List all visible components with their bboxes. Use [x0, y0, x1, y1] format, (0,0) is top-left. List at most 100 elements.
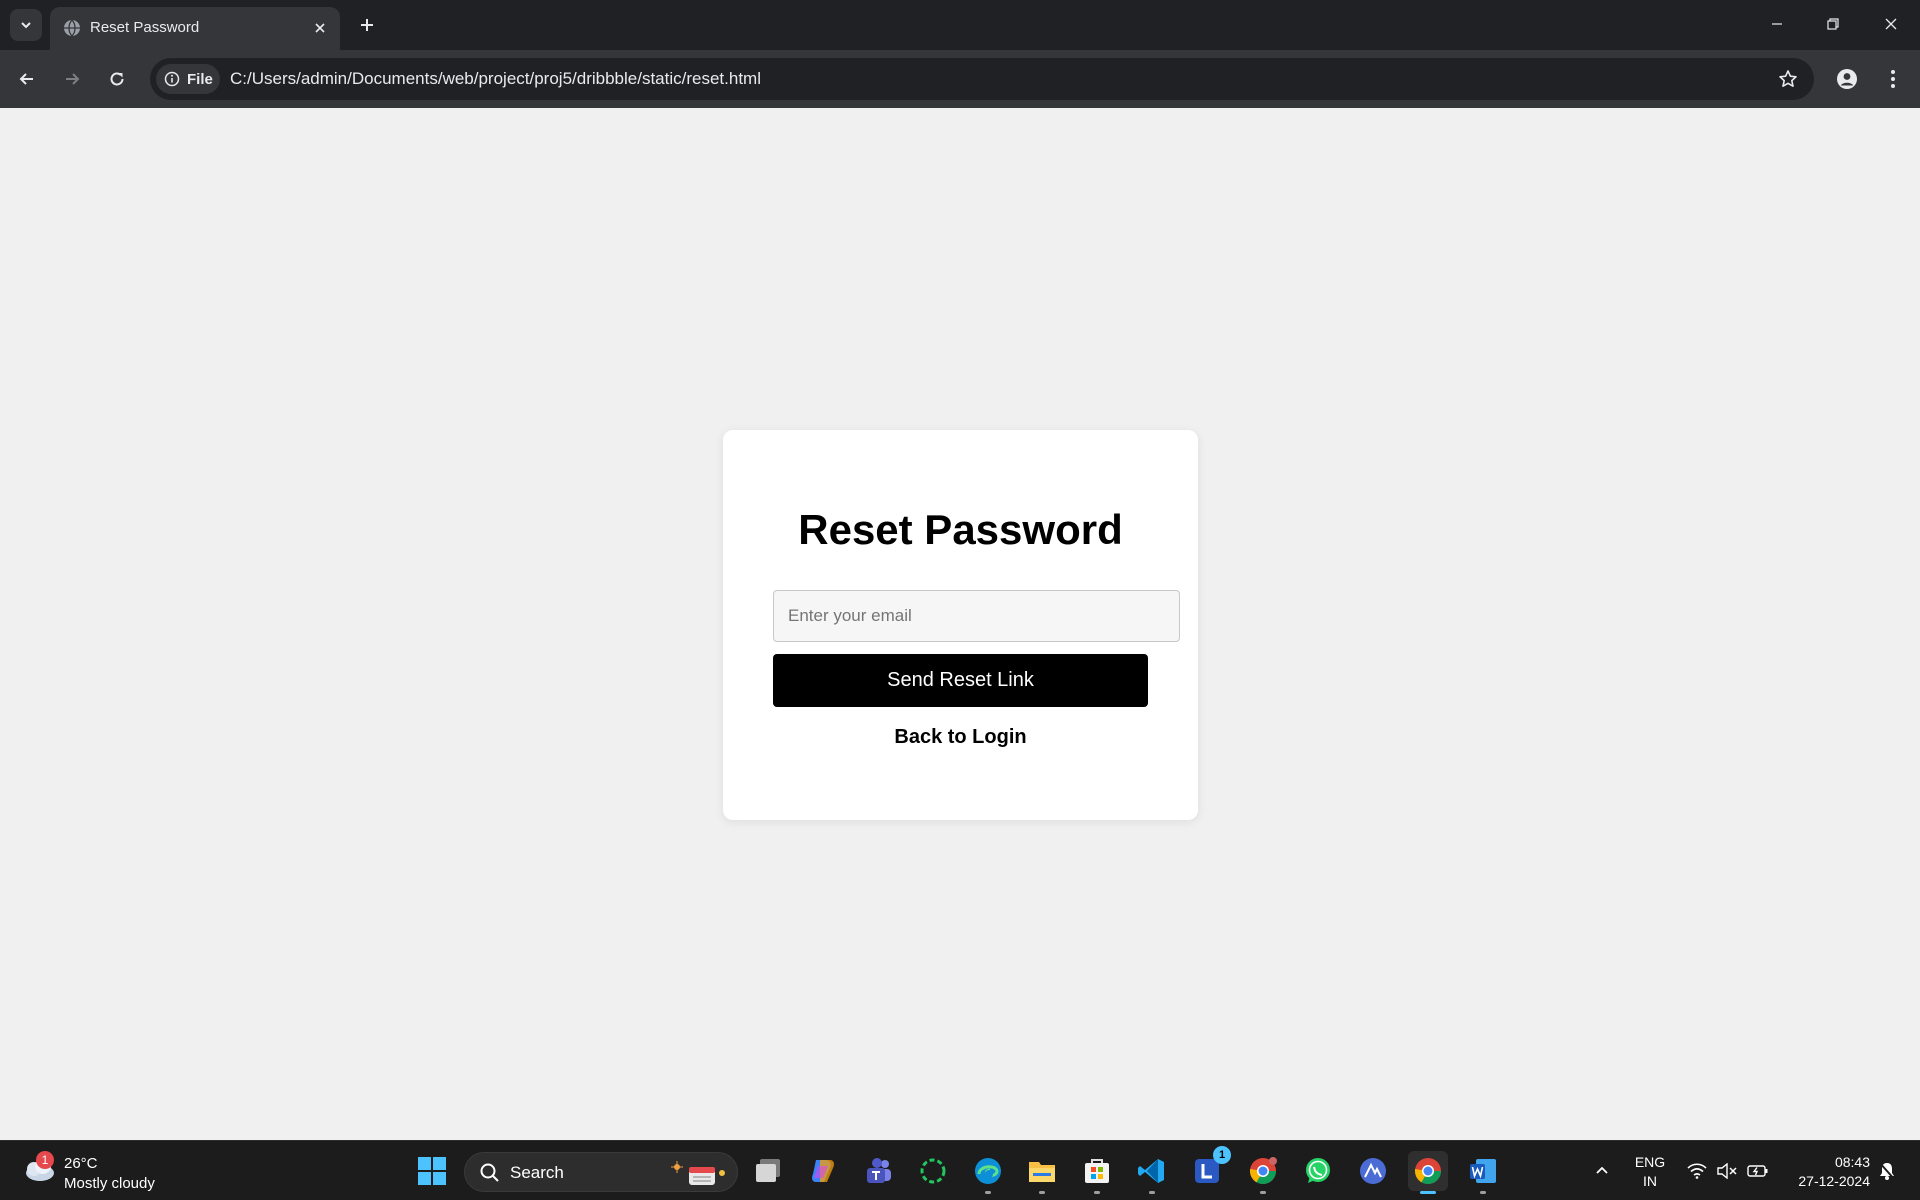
address-bar[interactable]: File C:/Users/admin/Documents/web/projec…: [150, 58, 1814, 100]
show-hidden-icons-button[interactable]: [1588, 1141, 1616, 1200]
info-icon: [164, 71, 180, 87]
chevron-up-icon: [1596, 1166, 1608, 1174]
weather-temperature: 26°C: [64, 1155, 98, 1172]
page-title: Reset Password: [798, 506, 1123, 553]
search-icon: [480, 1163, 499, 1182]
file-explorer-button[interactable]: [1022, 1151, 1062, 1194]
notifications-button[interactable]: [1874, 1141, 1900, 1200]
reset-password-card: Reset Password Send Reset Link Back to L…: [723, 430, 1198, 820]
app-notification-badge: 1: [1213, 1146, 1231, 1164]
clock-date: 27-12-2024: [1798, 1173, 1870, 1189]
close-window-button[interactable]: [1868, 6, 1914, 42]
lens-app-button[interactable]: 1: [1187, 1146, 1231, 1191]
running-indicator: [1094, 1191, 1100, 1194]
mountain-app-icon: [1360, 1158, 1386, 1184]
site-info-label: File: [187, 70, 213, 88]
calendar-highlight-icon: [671, 1161, 725, 1185]
plus-icon: [361, 19, 373, 31]
vscode-button[interactable]: [1132, 1151, 1172, 1194]
whatsapp-button[interactable]: [1298, 1151, 1338, 1191]
windows-logo-icon: [418, 1157, 446, 1185]
globe-icon: [64, 19, 80, 37]
restore-icon: [1827, 18, 1839, 30]
vscode-icon: [1138, 1159, 1164, 1183]
site-info-chip[interactable]: File: [156, 64, 220, 94]
language-region: IN: [1643, 1173, 1657, 1189]
tab-search-button[interactable]: [10, 9, 42, 41]
battery-status[interactable]: [1744, 1141, 1772, 1200]
clock-time: 08:43: [1834, 1154, 1870, 1170]
chrome-icon: [1414, 1158, 1442, 1185]
close-tab-button[interactable]: [308, 16, 332, 40]
edge-icon: [975, 1158, 1001, 1184]
minimize-button[interactable]: [1754, 6, 1800, 42]
folder-icon: [1029, 1162, 1055, 1182]
email-field[interactable]: [773, 590, 1180, 642]
volume-status[interactable]: [1714, 1141, 1740, 1200]
search-label: Search: [510, 1163, 564, 1182]
word-icon: [1470, 1159, 1496, 1183]
language-indicator[interactable]: ENG IN: [1628, 1153, 1672, 1191]
wifi-status[interactable]: [1684, 1141, 1710, 1200]
running-indicator: [1260, 1191, 1266, 1194]
tab-title: Reset Password: [90, 19, 200, 36]
teams-icon: [867, 1158, 891, 1183]
page-viewport: Reset Password Send Reset Link Back to L…: [0, 108, 1920, 1140]
restore-button[interactable]: [1810, 6, 1856, 42]
running-indicator: [1039, 1191, 1045, 1194]
arrow-right-icon: [66, 73, 80, 85]
profile-button[interactable]: [1830, 62, 1864, 96]
whatsapp-icon: [1306, 1158, 1330, 1183]
active-indicator: [1420, 1191, 1436, 1194]
close-icon: [315, 23, 325, 33]
wifi-icon: [1687, 1163, 1707, 1179]
url-text[interactable]: C:/Users/admin/Documents/web/project/pro…: [230, 69, 761, 89]
browser-menu-button[interactable]: [1876, 62, 1910, 96]
battery-charging-icon: [1747, 1165, 1768, 1177]
close-icon: [1885, 18, 1897, 30]
running-indicator: [985, 1191, 991, 1194]
copilot-icon: [812, 1160, 834, 1182]
chevron-down-icon: [21, 22, 31, 29]
word-button[interactable]: [1463, 1151, 1503, 1194]
forward-button[interactable]: [55, 62, 89, 96]
bookmark-button[interactable]: [1776, 67, 1800, 91]
back-to-login-link[interactable]: Back to Login: [723, 726, 1198, 749]
copilot-button[interactable]: [803, 1151, 843, 1191]
system-clock[interactable]: 08:43 27-12-2024: [1780, 1153, 1870, 1191]
weather-condition: Mostly cloudy: [64, 1175, 155, 1192]
volume-muted-icon: [1717, 1163, 1737, 1179]
teams-button[interactable]: [858, 1151, 898, 1191]
browser-tab[interactable]: Reset Password: [50, 7, 340, 50]
chrome-profile-button[interactable]: [1243, 1151, 1283, 1194]
store-button[interactable]: [1077, 1151, 1117, 1194]
bell-snooze-icon: [1878, 1161, 1896, 1181]
weather-widget[interactable]: 1 26°C Mostly cloudy: [20, 1149, 170, 1193]
edge-button[interactable]: [968, 1151, 1008, 1194]
store-icon: [1085, 1159, 1109, 1183]
star-icon: [1779, 70, 1797, 87]
person-icon: [1837, 69, 1857, 89]
running-indicator: [1480, 1191, 1486, 1194]
reload-button[interactable]: [100, 62, 134, 96]
chrome-button[interactable]: [1408, 1151, 1448, 1194]
chrome-icon: [1249, 1157, 1277, 1185]
send-reset-link-button[interactable]: Send Reset Link: [773, 654, 1148, 707]
weather-notification-badge: 1: [36, 1151, 54, 1169]
back-button[interactable]: [10, 62, 44, 96]
app-logo-button[interactable]: [1353, 1151, 1393, 1191]
start-button[interactable]: [412, 1151, 452, 1191]
app-circle-button[interactable]: [913, 1151, 953, 1191]
task-view-icon: [756, 1159, 780, 1182]
browser-tab-bar: Reset Password: [0, 0, 1920, 50]
kebab-menu-icon: [1891, 70, 1895, 88]
language-code: ENG: [1634, 1154, 1666, 1170]
new-tab-button[interactable]: [352, 10, 382, 40]
taskbar-search[interactable]: Search: [464, 1152, 738, 1192]
arrow-left-icon: [19, 73, 33, 85]
green-ring-app-icon: [920, 1158, 946, 1184]
task-view-button[interactable]: [749, 1151, 789, 1191]
taskbar: 1 26°C Mostly cloudy Search 1 ENG IN 08:…: [0, 1140, 1920, 1200]
reload-icon: [110, 72, 124, 86]
minimize-icon: [1772, 23, 1782, 25]
